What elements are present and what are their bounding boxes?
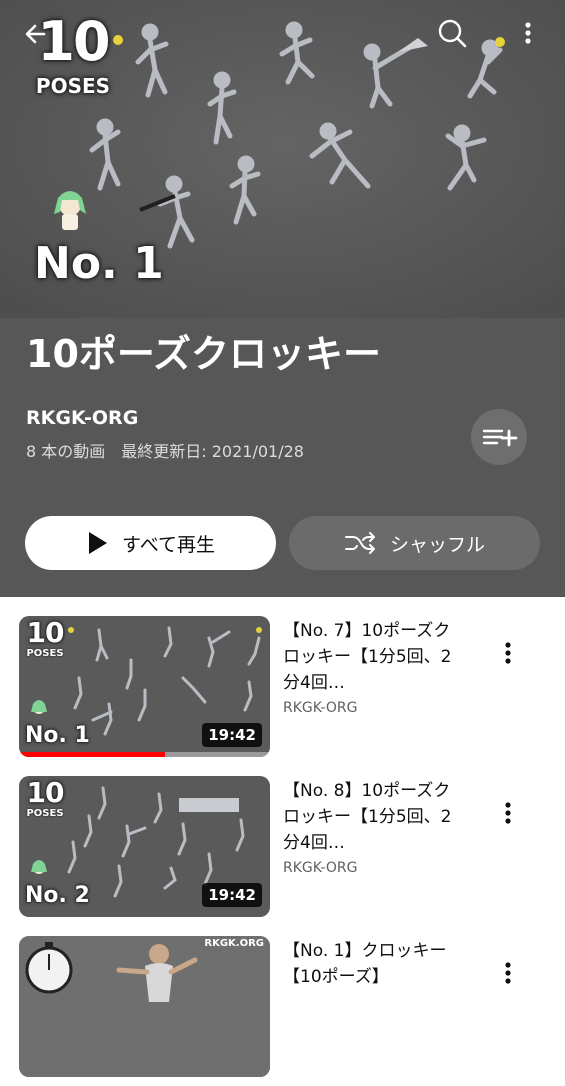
playlist-add-icon <box>482 429 518 447</box>
playlist-meta: 8 本の動画 最終更新日: 2021/01/28 <box>26 442 304 461</box>
playlist-title: 10ポーズクロッキー <box>26 332 381 376</box>
list-item[interactable]: 10 POSES No. 1 19:42 【No. 7】10ポーズクロッキー【1… <box>0 616 565 766</box>
video-title[interactable]: 【No. 1】クロッキー【10ポーズ】 <box>283 938 465 990</box>
shuffle-label: シャッフル <box>389 533 485 556</box>
poses-logo: 10 POSES <box>28 12 118 102</box>
logo-text: POSES <box>26 648 64 659</box>
logo-text: POSES <box>26 808 64 819</box>
more-vert-icon <box>505 642 511 664</box>
video-title[interactable]: 【No. 8】10ポーズクロッキー【1分5回、2分4回… <box>283 778 465 856</box>
more-vert-icon <box>505 802 511 824</box>
video-more-button[interactable] <box>496 956 520 990</box>
channel-name[interactable]: RKGK-ORG <box>26 404 138 432</box>
list-item[interactable]: RKGK.ORG 【No. 1】クロッキー【10ポーズ】 <box>0 936 565 1086</box>
shuffle-icon <box>344 532 375 554</box>
video-channel: RKGK-ORG <box>283 700 358 716</box>
video-thumbnail[interactable]: 10 POSES No. 1 19:42 <box>19 616 270 757</box>
video-thumbnail[interactable]: 10 POSES No. 2 19:42 <box>19 776 270 917</box>
hero-episode-label: No. 1 <box>34 238 164 289</box>
play-all-button[interactable]: すべて再生 <box>25 516 276 570</box>
logo-number: 10 <box>26 776 65 809</box>
play-icon <box>89 532 108 554</box>
watch-progress-bar <box>19 752 270 757</box>
logo-number: 10 <box>26 616 65 649</box>
poses-logo: 10 POSES <box>23 778 67 828</box>
watch-progress-fill <box>19 752 165 757</box>
duration-badge: 19:42 <box>202 723 262 747</box>
thumbnail-artwork <box>19 936 270 1077</box>
play-all-label: すべて再生 <box>122 533 215 556</box>
thumbnail-watermark: RKGK.ORG <box>204 938 264 949</box>
list-item[interactable]: 10 POSES No. 2 19:42 【No. 8】10ポーズクロッキー【1… <box>0 776 565 926</box>
playlist-hero-thumbnail[interactable]: 10 POSES No. 1 <box>0 0 565 318</box>
playlist-header: 10 POSES No. 1 10ポーズクロッキー RKGK-ORG 8 本の動… <box>0 0 565 597</box>
video-thumbnail[interactable]: RKGK.ORG <box>19 936 270 1077</box>
search-icon <box>438 19 467 48</box>
episode-label: No. 1 <box>25 723 90 748</box>
duration-badge: 19:42 <box>202 883 262 907</box>
episode-label: No. 2 <box>25 883 90 908</box>
search-button[interactable] <box>432 14 472 54</box>
add-to-playlist-button[interactable] <box>471 409 527 465</box>
video-channel: RKGK-ORG <box>283 860 358 876</box>
video-title[interactable]: 【No. 7】10ポーズクロッキー【1分5回、2分4回… <box>283 618 465 696</box>
more-vert-icon <box>505 962 511 984</box>
more-vert-icon <box>525 22 531 44</box>
more-options-button[interactable] <box>512 14 544 54</box>
shuffle-button[interactable]: シャッフル <box>289 516 540 570</box>
video-more-button[interactable] <box>496 636 520 670</box>
logo-number: 10 <box>37 10 110 73</box>
logo-text: POSES <box>35 74 111 98</box>
poses-logo: 10 POSES <box>23 618 67 668</box>
video-more-button[interactable] <box>496 796 520 830</box>
